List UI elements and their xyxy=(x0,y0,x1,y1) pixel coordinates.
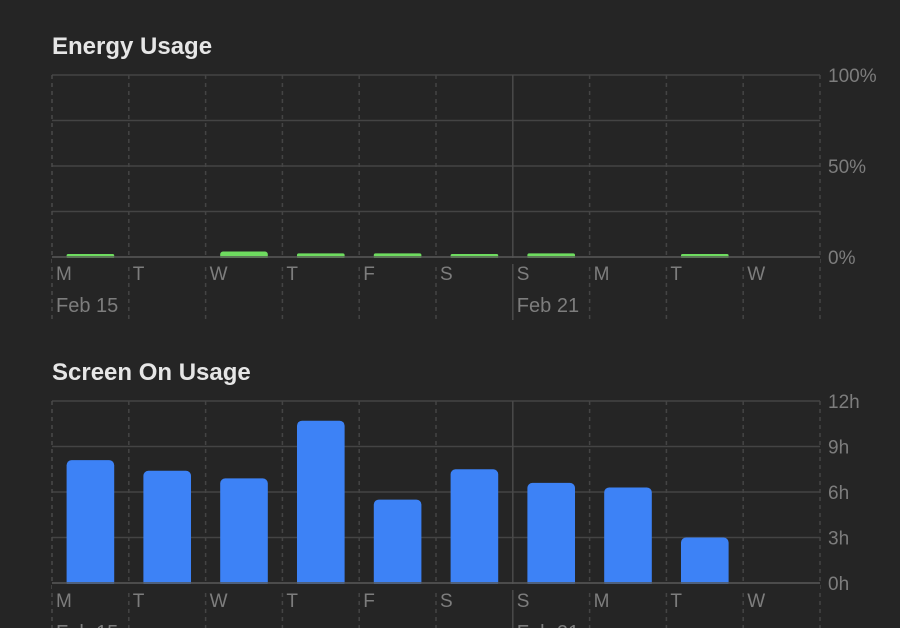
y-tick-label: 100% xyxy=(828,66,877,87)
x-tick-label: W xyxy=(747,264,765,285)
y-tick-label: 9h xyxy=(828,438,849,459)
bar xyxy=(527,482,576,588)
screen-on-usage-chart: 12h 9h 6h 3h 0h M T W T F S S M T W Feb 15 Feb 21 xyxy=(51,392,860,628)
bar xyxy=(680,537,729,588)
date-label: Feb 15 xyxy=(56,622,118,628)
bar xyxy=(220,478,268,588)
x-tick-label: M xyxy=(594,264,610,285)
bar xyxy=(373,499,422,588)
x-tick-label: F xyxy=(363,264,375,285)
x-tick-label: T xyxy=(286,591,298,612)
x-tick-label: T xyxy=(670,591,682,612)
energy-usage-chart: 100% 50% 0% M T W T F S S M T W Feb 15 Feb 21 xyxy=(51,66,877,320)
x-tick-label: W xyxy=(210,264,228,285)
x-tick-label: W xyxy=(747,591,765,612)
bar xyxy=(66,460,115,588)
date-label: Feb 15 xyxy=(56,295,118,317)
date-label: Feb 21 xyxy=(517,295,579,317)
x-tick-label: T xyxy=(670,264,682,285)
x-tick-label: S xyxy=(517,264,530,285)
x-tick-label: M xyxy=(56,264,72,285)
x-tick-label: M xyxy=(56,591,72,612)
y-tick-label: 12h xyxy=(828,392,860,413)
x-tick-label: S xyxy=(440,264,453,285)
x-tick-label: S xyxy=(440,591,453,612)
y-tick-label: 0% xyxy=(828,248,856,269)
date-label: Feb 21 xyxy=(517,622,579,628)
x-tick-label: T xyxy=(286,264,298,285)
x-tick-label: T xyxy=(133,264,145,285)
x-tick-label: F xyxy=(363,591,375,612)
bar xyxy=(296,420,345,588)
bar xyxy=(143,470,192,588)
bar xyxy=(450,469,499,588)
bar xyxy=(604,487,652,588)
x-tick-label: T xyxy=(133,591,145,612)
y-tick-label: 6h xyxy=(828,483,849,504)
baseline-mask xyxy=(52,584,820,590)
y-tick-label: 3h xyxy=(828,529,849,550)
y-tick-label: 0h xyxy=(828,574,849,595)
y-tick-label: 50% xyxy=(828,157,866,178)
x-tick-label: W xyxy=(210,591,228,612)
x-tick-label: M xyxy=(594,591,610,612)
baseline-mask xyxy=(52,258,820,264)
x-tick-label: S xyxy=(517,591,530,612)
